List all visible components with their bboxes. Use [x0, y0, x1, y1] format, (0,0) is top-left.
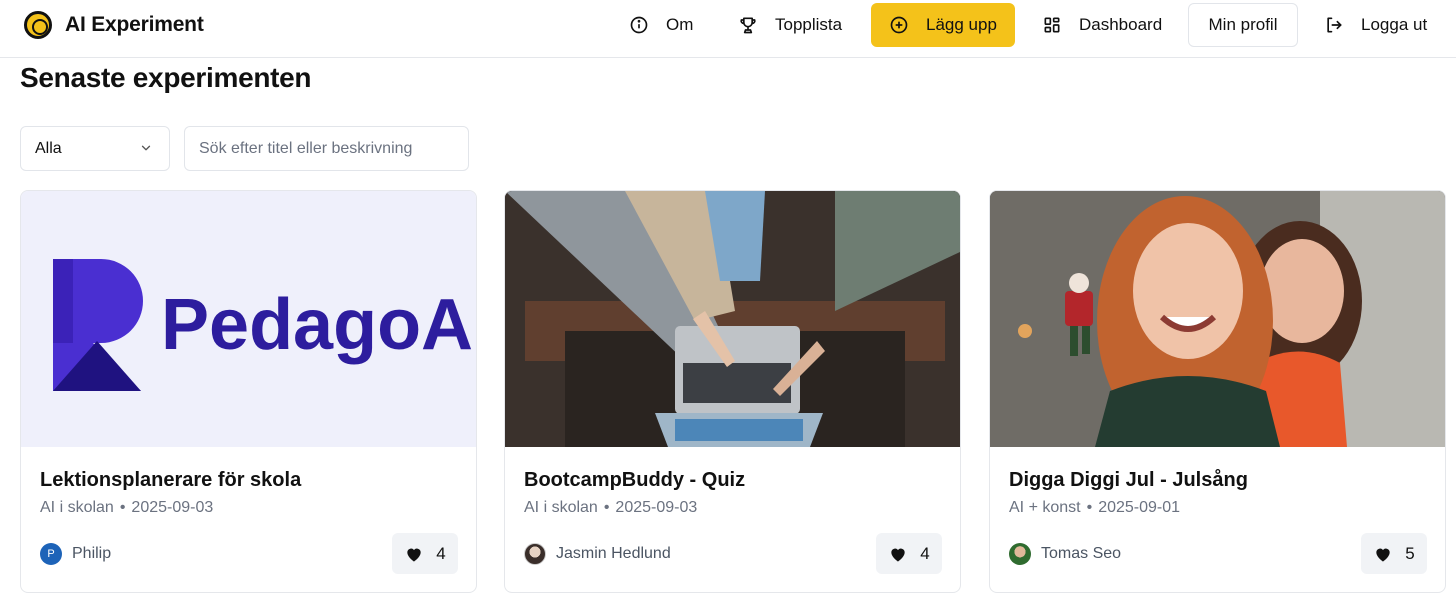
- like-count: 5: [1405, 543, 1415, 563]
- nav-about-link[interactable]: Om: [629, 3, 693, 47]
- like-count: 4: [920, 543, 930, 563]
- card-title: Lektionsplanerare för skola: [40, 469, 302, 491]
- experiment-card[interactable]: BootcampBuddy - Quiz AI i skolan • 2025-09…: [504, 190, 961, 593]
- card-thumbnail: [990, 191, 1445, 447]
- nav-dashboard-link[interactable]: Dashboard: [1042, 3, 1162, 47]
- author-name: Jasmin Hedlund: [556, 545, 671, 562]
- card-category: AI i skolan: [524, 499, 598, 516]
- nav-leaderboard-label: Topplista: [775, 15, 843, 34]
- card-title: Digga Diggi Jul - Julsång: [1009, 469, 1248, 491]
- like-button[interactable]: 5: [1361, 533, 1427, 574]
- grid-icon: [1044, 17, 1060, 33]
- avatar: [524, 543, 546, 565]
- profile-button[interactable]: Min profil: [1188, 3, 1298, 47]
- logout-link[interactable]: Logga ut: [1324, 3, 1427, 47]
- author-name: Tomas Seo: [1041, 545, 1122, 562]
- info-icon: [630, 16, 648, 34]
- nav-about-label: Om: [666, 15, 694, 34]
- ai-logo-icon: [24, 11, 52, 39]
- author-name: Philip: [72, 545, 112, 562]
- heart-icon: [891, 548, 905, 561]
- card-meta: AI i skolan • 2025-09-03: [524, 499, 697, 517]
- card-author: P Philip: [40, 543, 111, 565]
- plus-circle-icon: [890, 16, 908, 34]
- heart-icon: [407, 548, 421, 561]
- card-author: Jasmin Hedlund: [524, 543, 671, 565]
- meta-separator: •: [603, 499, 610, 516]
- search-input[interactable]: [184, 126, 469, 171]
- experiment-card[interactable]: Digga Diggi Jul - Julsång AI + konst • 202…: [989, 190, 1446, 593]
- nav-leaderboard-link[interactable]: Topplista: [738, 3, 842, 47]
- avatar: P: [40, 543, 62, 565]
- page-title: Senaste experimenten: [20, 62, 312, 93]
- card-date: 2025-09-03: [615, 499, 698, 516]
- meta-separator: •: [1086, 499, 1093, 516]
- avatar: [1009, 543, 1031, 565]
- category-select-value: Alla: [35, 139, 62, 157]
- card-meta: AI i skolan • 2025-09-03: [40, 499, 213, 517]
- like-count: 4: [436, 543, 446, 563]
- meta-separator: •: [119, 499, 126, 516]
- pedagoai-logo-image: PedagoAI: [53, 259, 477, 391]
- profile-label: Min profil: [1208, 15, 1278, 34]
- nav-dashboard-label: Dashboard: [1079, 15, 1163, 34]
- logout-label: Logga ut: [1361, 15, 1428, 34]
- like-button[interactable]: 4: [876, 533, 942, 574]
- christmas-portrait-photo: [990, 191, 1445, 447]
- card-date: 2025-09-03: [131, 499, 214, 516]
- brand-home-link[interactable]: AI Experiment: [24, 10, 204, 40]
- top-nav-bar: AI Experiment Om Topplista Lägg upp Dash…: [0, 0, 1456, 58]
- trophy-icon: [740, 17, 756, 34]
- chevron-down-icon: [141, 145, 151, 151]
- card-category: AI i skolan: [40, 499, 114, 516]
- card-category: AI + konst: [1009, 499, 1081, 516]
- card-thumbnail: PedagoAI: [21, 191, 477, 447]
- card-thumbnail: [505, 191, 960, 447]
- card-author: Tomas Seo: [1009, 543, 1121, 565]
- card-meta: AI + konst • 2025-09-01: [1009, 499, 1180, 517]
- upload-button[interactable]: Lägg upp: [871, 3, 1015, 47]
- card-date: 2025-09-01: [1098, 499, 1181, 516]
- heart-icon: [1376, 548, 1390, 561]
- team-laptop-photo: [505, 191, 960, 447]
- pedagoai-logo-text: PedagoAI: [161, 285, 477, 365]
- category-select[interactable]: Alla: [20, 126, 170, 171]
- upload-label: Lägg upp: [926, 15, 997, 34]
- experiment-card[interactable]: PedagoAI Lektionsplanerare för skola AI …: [20, 190, 477, 593]
- card-title: BootcampBuddy - Quiz: [524, 469, 746, 491]
- brand-title: AI Experiment: [65, 13, 204, 36]
- logout-icon: [1327, 17, 1342, 33]
- like-button[interactable]: 4: [392, 533, 458, 574]
